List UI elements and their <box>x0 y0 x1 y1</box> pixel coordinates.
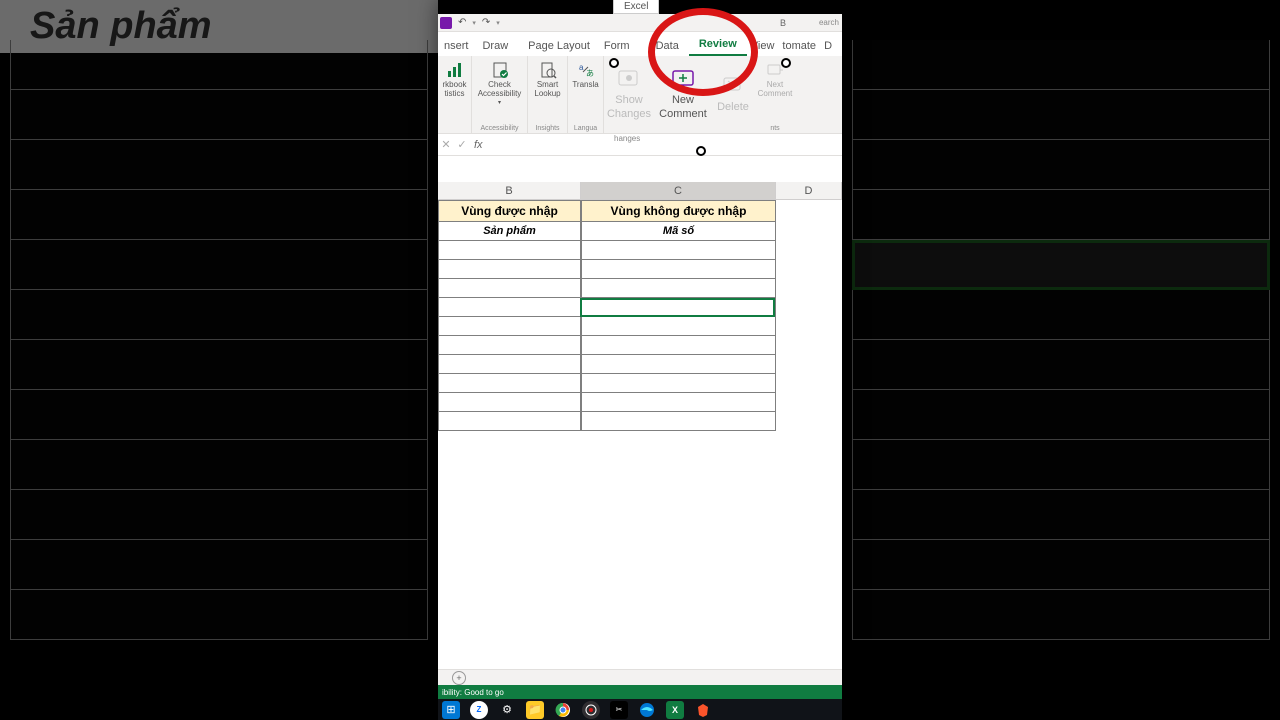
cell[interactable] <box>581 393 776 412</box>
taskbar-capcut[interactable]: ✂ <box>610 701 628 719</box>
cell[interactable] <box>581 412 776 431</box>
status-bar: ibility: Good to go <box>438 685 842 699</box>
ribbon: rkbook tistics Check Accessibility ▾ Acc… <box>438 56 842 134</box>
cell[interactable] <box>438 355 581 374</box>
stats-icon <box>445 60 465 80</box>
next-comment-button: Next Comment <box>756 58 795 101</box>
search-hint[interactable]: earch <box>819 18 839 27</box>
app-title: Excel <box>613 0 659 14</box>
taskbar-obs[interactable] <box>582 701 600 719</box>
new-comment-button[interactable]: New Comment <box>654 56 712 133</box>
cell[interactable] <box>438 260 581 279</box>
cell[interactable] <box>438 298 581 317</box>
tab-review[interactable]: Review <box>689 34 747 56</box>
accept-formula-button[interactable]: ✓ <box>454 138 470 151</box>
status-text: ibility: Good to go <box>442 688 504 697</box>
taskbar-chrome[interactable] <box>554 701 572 719</box>
tab-developer[interactable]: D <box>820 36 836 56</box>
grid-data: Vùng được nhập Vùng không được nhập Sản … <box>438 200 776 431</box>
header-cell-c[interactable]: Vùng không được nhập <box>581 200 776 222</box>
new-comment-icon <box>669 68 697 92</box>
workbook-stats-button[interactable]: rkbook tistics <box>441 58 469 101</box>
translate-button[interactable]: aあ Transla <box>570 58 600 92</box>
delete-icon <box>719 75 747 99</box>
cell[interactable] <box>438 279 581 298</box>
cell[interactable] <box>438 412 581 431</box>
insights-group-label: Insights <box>535 125 559 132</box>
cell[interactable] <box>438 241 581 260</box>
qat-extra: B <box>780 18 786 28</box>
accessibility-group-label: Accessibility <box>480 125 518 132</box>
quick-access-toolbar: ↶ ▾ ↷ ▾ B earch <box>438 14 842 32</box>
check-accessibility-button[interactable]: Check Accessibility ▾ <box>476 58 524 108</box>
accessibility-icon <box>490 60 510 80</box>
cell[interactable] <box>581 336 776 355</box>
cell[interactable] <box>438 336 581 355</box>
svg-text:あ: あ <box>586 69 594 78</box>
cancel-formula-button[interactable]: ✕ <box>438 138 454 151</box>
show-changes-button: Show Changes <box>604 56 654 133</box>
svg-text:a: a <box>579 63 584 72</box>
cell[interactable] <box>581 260 776 279</box>
language-group-label: Langua <box>574 125 597 132</box>
sheet-tabs-bar: + <box>438 669 842 685</box>
autosave-icon[interactable] <box>440 17 452 29</box>
undo-button[interactable]: ↶ <box>458 17 466 28</box>
fx-icon[interactable]: fx <box>470 139 487 151</box>
col-header-d[interactable]: D <box>776 182 842 199</box>
tab-page-layout[interactable]: Page Layout <box>518 36 600 56</box>
cell[interactable] <box>581 279 776 298</box>
tab-draw[interactable]: Draw <box>472 36 518 56</box>
smart-lookup-button[interactable]: Smart Lookup <box>532 58 562 101</box>
redo-button[interactable]: ↷ <box>482 17 490 28</box>
taskbar-zalo[interactable]: Z <box>470 701 488 719</box>
changes-icon <box>615 68 643 92</box>
add-sheet-button[interactable]: + <box>452 671 466 685</box>
delete-comment-button: Delete <box>712 56 754 133</box>
worksheet[interactable]: B C D Vùng được nhập Vùng không được nhậ… <box>438 156 842 682</box>
cell[interactable] <box>438 317 581 336</box>
taskbar-settings[interactable]: ⚙ <box>498 701 516 719</box>
tab-formulas[interactable]: Form <box>600 36 634 56</box>
cell[interactable] <box>581 374 776 393</box>
windows-taskbar: ⊞ Z ⚙ 📁 ✂ X <box>438 699 842 720</box>
col-header-c[interactable]: C <box>581 182 776 199</box>
taskbar-excel[interactable]: X <box>666 701 684 719</box>
column-headers: B C D <box>438 182 842 200</box>
taskbar-brave[interactable] <box>694 701 712 719</box>
subheader-cell-b[interactable]: Sản phẩm <box>438 222 581 241</box>
formula-input[interactable] <box>487 134 842 155</box>
excel-window: Excel ↶ ▾ ↷ ▾ B earch nsert Draw Page La… <box>438 0 842 720</box>
tab-automate[interactable]: tomate <box>778 36 820 56</box>
taskbar-explorer[interactable]: 📁 <box>526 701 544 719</box>
translate-icon: aあ <box>576 60 596 80</box>
subheader-cell-c[interactable]: Mã số <box>581 222 776 241</box>
comments-group-label: nts <box>770 125 779 132</box>
changes-label-spill: hanges <box>614 134 640 143</box>
cell[interactable] <box>581 298 776 317</box>
cell[interactable] <box>581 241 776 260</box>
col-header-b[interactable]: B <box>438 182 581 199</box>
lookup-icon <box>538 60 558 80</box>
next-comment-icon <box>765 60 785 80</box>
tab-view[interactable]: View <box>747 36 779 56</box>
cell[interactable] <box>581 317 776 336</box>
titlebar: Excel <box>438 0 842 14</box>
header-cell-b[interactable]: Vùng được nhập <box>438 200 581 222</box>
cell[interactable] <box>438 393 581 412</box>
taskbar-start[interactable]: ⊞ <box>442 701 460 719</box>
taskbar-edge[interactable] <box>638 701 656 719</box>
tab-data[interactable]: Data <box>646 36 689 56</box>
tab-insert[interactable]: nsert <box>440 36 472 56</box>
ribbon-tabs: nsert Draw Page Layout Form Data Review … <box>438 32 842 56</box>
cell[interactable] <box>581 355 776 374</box>
cell[interactable] <box>438 374 581 393</box>
